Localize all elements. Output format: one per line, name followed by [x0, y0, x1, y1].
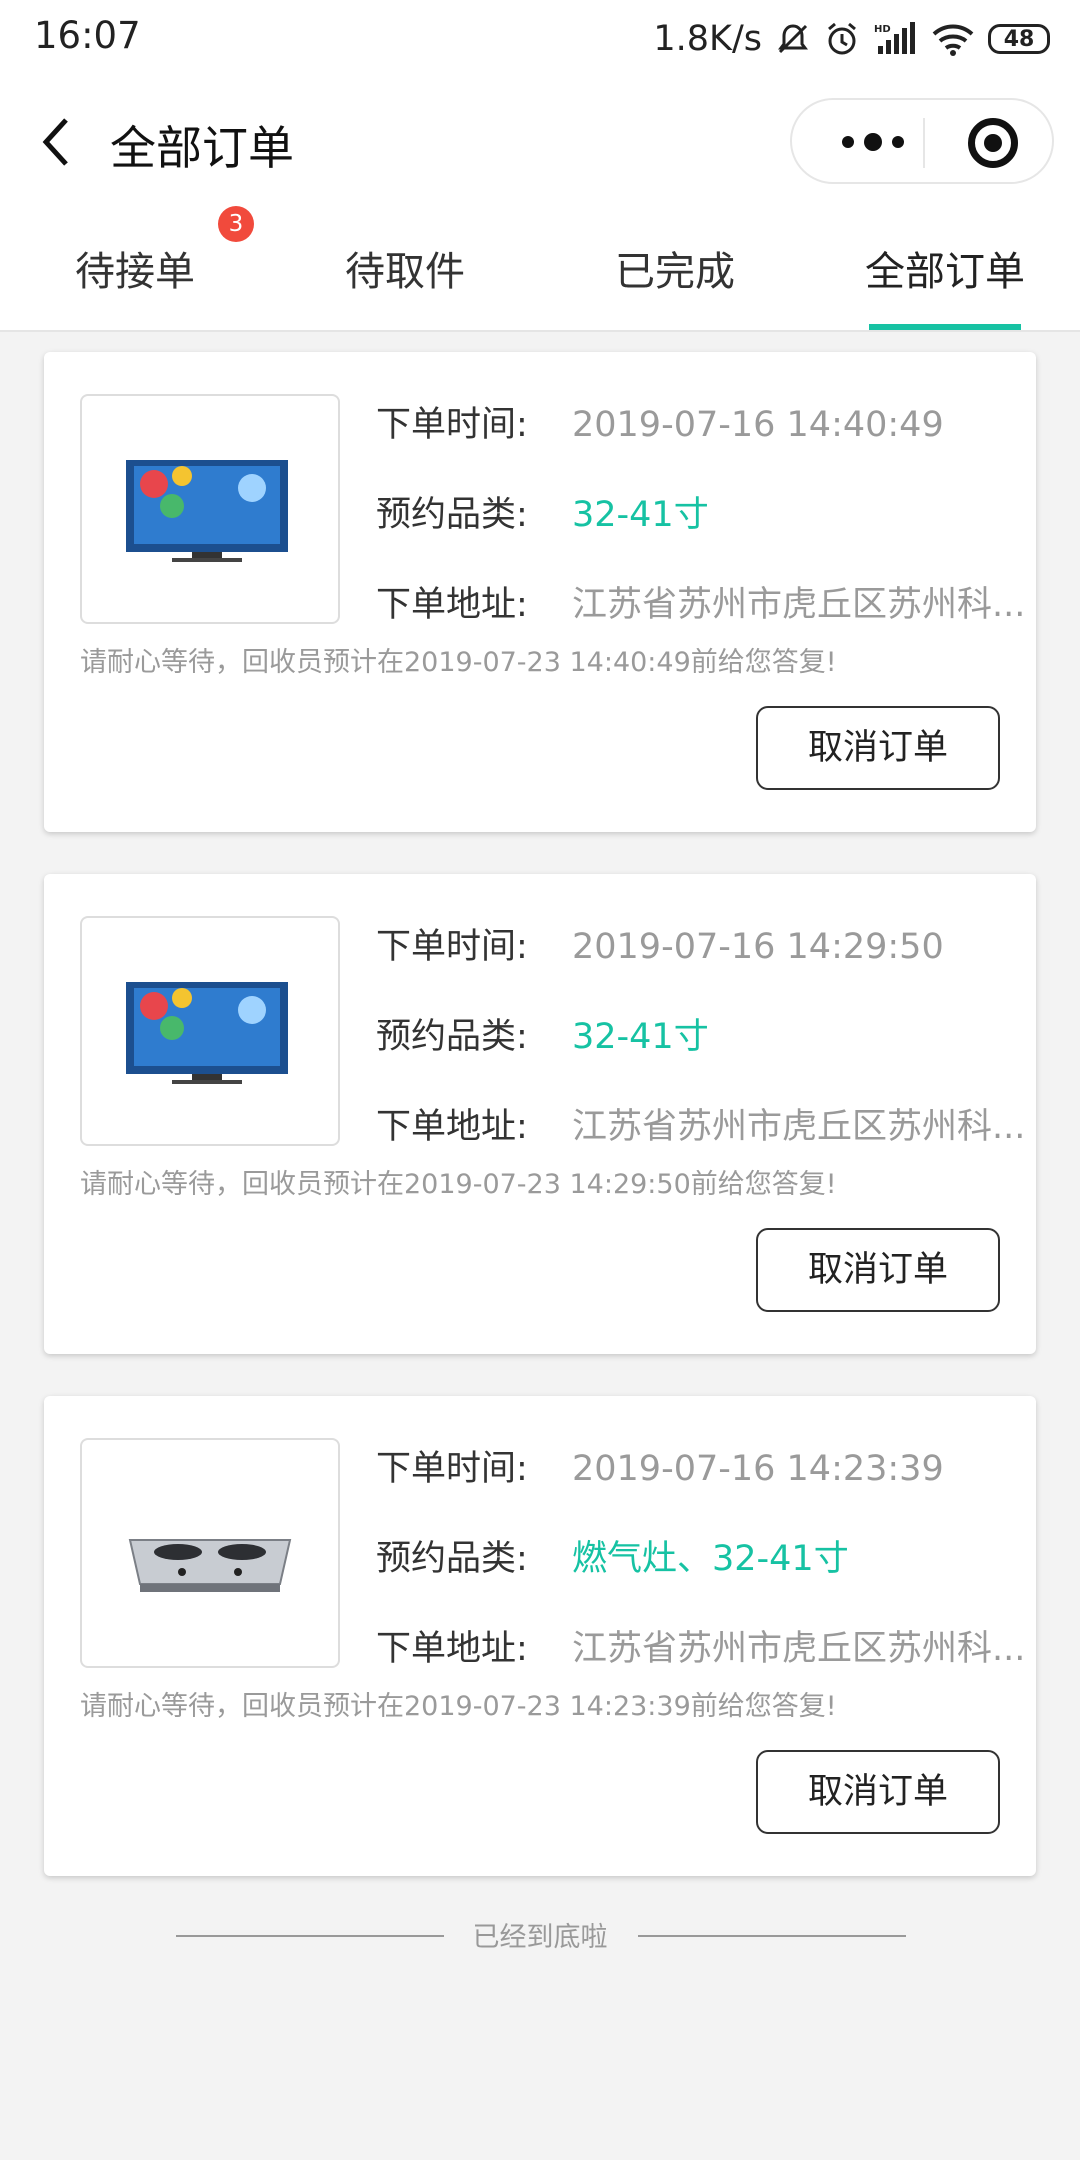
order-category-row: 预约品类: 32-41寸	[376, 1008, 709, 1059]
active-tab-indicator	[869, 324, 1021, 330]
tab-badge: 3	[218, 206, 254, 242]
order-address-value: 江苏省苏州市虎丘区苏州科...	[572, 1629, 1026, 1669]
tv-image	[80, 916, 340, 1146]
order-address-value: 江苏省苏州市虎丘区苏州科...	[572, 585, 1026, 625]
order-time-label: 下单时间:	[376, 405, 528, 445]
close-target-icon[interactable]	[968, 118, 1018, 168]
tab-pending-accept[interactable]: 待接单 3	[0, 206, 270, 330]
order-address-label: 下单地址:	[376, 585, 528, 625]
tab-label: 已完成	[615, 249, 735, 295]
tab-label: 待取件	[345, 249, 465, 295]
divider-line	[176, 1935, 444, 1937]
order-time-row: 下单时间: 2019-07-16 14:23:39	[376, 1440, 944, 1491]
order-address-row: 下单地址: 江苏省苏州市虎丘区苏州科...	[376, 576, 1025, 627]
end-of-list-text: 已经到底啦	[472, 1922, 608, 1953]
header-area: 16:07 1.8K/s HD 48 全部订单 待接单 3 待取件 已完成 全部…	[0, 0, 1080, 332]
wifi-icon	[932, 24, 974, 56]
order-card: 下单时间: 2019-07-16 14:23:39 预约品类: 燃气灶、32-41寸…	[44, 1396, 1036, 1876]
net-speed: 1.8K/s	[653, 19, 762, 59]
gas-stove-image	[80, 1438, 340, 1668]
mute-bell-icon	[778, 24, 808, 54]
end-of-list: 已经到底啦	[0, 1915, 1080, 1954]
order-time-row: 下单时间: 2019-07-16 14:29:50	[376, 918, 944, 969]
order-category-value: 燃气灶、32-41寸	[572, 1539, 849, 1579]
order-time-label: 下单时间:	[376, 1449, 528, 1489]
more-icon[interactable]	[828, 124, 918, 160]
cancel-order-button[interactable]: 取消订单	[756, 706, 1000, 790]
order-category-value: 32-41寸	[572, 1017, 709, 1057]
mini-program-capsule	[790, 98, 1054, 184]
order-category-value: 32-41寸	[572, 495, 709, 535]
order-time-value: 2019-07-16 14:40:49	[572, 405, 944, 445]
status-icons: 1.8K/s HD 48	[653, 14, 1050, 64]
order-address-value: 江苏省苏州市虎丘区苏州科...	[572, 1107, 1026, 1147]
tab-completed[interactable]: 已完成	[540, 220, 810, 330]
svg-text:HD: HD	[874, 24, 891, 35]
order-card: 下单时间: 2019-07-16 14:29:50 预约品类: 32-41寸 下单地…	[44, 874, 1036, 1354]
page-title: 全部订单	[110, 121, 294, 175]
cancel-order-button[interactable]: 取消订单	[756, 1228, 1000, 1312]
alarm-icon	[828, 22, 856, 55]
order-category-row: 预约品类: 燃气灶、32-41寸	[376, 1530, 849, 1581]
wait-hint: 请耐心等待，回收员预计在2019-07-23 14:40:49前给您答复!	[80, 647, 837, 678]
wait-hint: 请耐心等待，回收员预计在2019-07-23 14:29:50前给您答复!	[80, 1169, 837, 1200]
order-time-value: 2019-07-16 14:23:39	[572, 1449, 944, 1489]
order-card: 下单时间: 2019-07-16 14:40:49 预约品类: 32-41寸 下单地…	[44, 352, 1036, 832]
order-time-row: 下单时间: 2019-07-16 14:40:49	[376, 396, 944, 447]
back-arrow-icon[interactable]	[30, 112, 90, 172]
order-address-label: 下单地址:	[376, 1629, 528, 1669]
cancel-order-button[interactable]: 取消订单	[756, 1750, 1000, 1834]
tab-all-orders[interactable]: 全部订单	[810, 220, 1080, 330]
tab-pending-pickup[interactable]: 待取件	[270, 220, 540, 330]
wait-hint: 请耐心等待，回收员预计在2019-07-23 14:23:39前给您答复!	[80, 1691, 837, 1722]
order-category-label: 预约品类:	[376, 495, 528, 535]
status-bar: 16:07 1.8K/s HD 48	[0, 0, 1080, 78]
battery-icon: 48	[988, 24, 1050, 54]
order-category-label: 预约品类:	[376, 1017, 528, 1057]
divider-line	[638, 1935, 906, 1937]
signal-icon: HD	[874, 22, 915, 54]
tab-label: 全部订单	[865, 249, 1025, 295]
tv-image	[80, 394, 340, 624]
order-time-label: 下单时间:	[376, 927, 528, 967]
order-address-row: 下单地址: 江苏省苏州市虎丘区苏州科...	[376, 1620, 1025, 1671]
nav-bar: 全部订单	[0, 90, 1080, 200]
status-time: 16:07	[34, 14, 141, 57]
tab-label: 待接单	[75, 249, 195, 295]
order-address-row: 下单地址: 江苏省苏州市虎丘区苏州科...	[376, 1098, 1025, 1149]
order-time-value: 2019-07-16 14:29:50	[572, 927, 944, 967]
order-category-label: 预约品类:	[376, 1539, 528, 1579]
order-address-label: 下单地址:	[376, 1107, 528, 1147]
order-category-row: 预约品类: 32-41寸	[376, 486, 709, 537]
capsule-divider	[923, 118, 925, 168]
order-tabs: 待接单 3 待取件 已完成 全部订单	[0, 206, 1080, 330]
